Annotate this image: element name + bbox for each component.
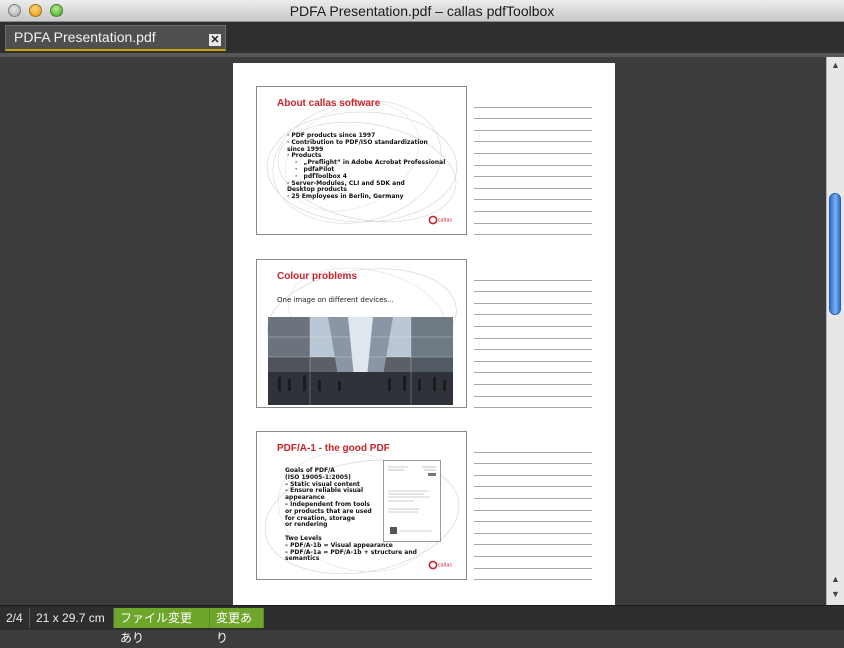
note-line	[474, 453, 592, 465]
tab-label: PDFA Presentation.pdf	[14, 29, 156, 45]
scroll-thumb[interactable]	[829, 193, 841, 315]
slide-bullets: · PDF products since 1997 · Contribution…	[287, 132, 445, 201]
iso-document-thumbnail	[383, 460, 441, 542]
note-line	[474, 96, 592, 108]
slide-thumbnail: About callas software · PDF products sin…	[256, 86, 467, 235]
document-view[interactable]: About callas software · PDF products sin…	[0, 57, 826, 605]
note-line	[474, 464, 592, 476]
scroll-up-icon[interactable]: ▲	[830, 573, 841, 585]
note-line	[474, 166, 592, 178]
note-line	[474, 522, 592, 534]
slide-title: Colour problems	[277, 271, 358, 282]
slide-subtitle: One image on different devices...	[277, 296, 394, 304]
note-line	[474, 327, 592, 339]
status-bar: 2/4 21 x 29.7 cm ファイル変更あり 変更あり	[0, 605, 844, 645]
title-bar: PDFA Presentation.pdf – callas pdfToolbo…	[0, 0, 844, 22]
tab-document[interactable]: PDFA Presentation.pdf ✕	[5, 25, 226, 51]
scroll-up-icon[interactable]: ▲	[830, 59, 841, 71]
architecture-photo	[268, 317, 453, 405]
callas-logo: callas	[428, 560, 452, 570]
slide-thumbnail: PDF/A-1 - the good PDF Goals of PDF/A (I…	[256, 431, 467, 580]
note-line	[474, 154, 592, 166]
logo-icon	[428, 215, 438, 225]
note-line	[474, 385, 592, 397]
vertical-scrollbar[interactable]: ▲ ▲ ▼	[826, 57, 844, 605]
tab-bar: PDFA Presentation.pdf ✕	[0, 22, 844, 53]
note-line	[474, 373, 592, 385]
note-line	[474, 362, 592, 374]
note-line	[474, 315, 592, 327]
notes-lines	[474, 441, 592, 581]
logo-icon	[428, 560, 438, 570]
slide-title: PDF/A-1 - the good PDF	[277, 443, 390, 454]
bullet: · 25 Employees in Berlin, Germany	[287, 193, 404, 201]
file-changed-badge: ファイル変更あり	[114, 608, 210, 645]
document-page-icon	[388, 466, 436, 534]
note-line	[474, 397, 592, 409]
note-line	[474, 441, 592, 453]
note-line	[474, 545, 592, 557]
note-line	[474, 119, 592, 131]
note-line	[474, 350, 592, 362]
note-line	[474, 292, 592, 304]
note-line	[474, 534, 592, 546]
slide-thumbnail: Colour problems One image on different d…	[256, 259, 467, 408]
note-line	[474, 304, 592, 316]
scroll-down-icon[interactable]: ▼	[830, 588, 841, 600]
note-line	[474, 499, 592, 511]
pdf-page: About callas software · PDF products sin…	[233, 63, 615, 605]
note-line	[474, 476, 592, 488]
note-line	[474, 131, 592, 143]
note-line	[474, 487, 592, 499]
note-line	[474, 212, 592, 224]
page-size: 21 x 29.7 cm	[30, 608, 114, 628]
note-line	[474, 142, 592, 154]
note-line	[474, 177, 592, 189]
bullet: semantics	[285, 555, 320, 563]
note-line	[474, 200, 592, 212]
notes-lines	[474, 269, 592, 409]
note-line	[474, 557, 592, 569]
note-line	[474, 224, 592, 236]
notes-lines	[474, 96, 592, 236]
callas-logo: callas	[428, 215, 452, 225]
note-line	[474, 269, 592, 281]
note-line	[474, 281, 592, 293]
changed-badge: 変更あり	[210, 608, 264, 645]
note-line	[474, 339, 592, 351]
note-line	[474, 511, 592, 523]
note-line	[474, 189, 592, 201]
window-title: PDFA Presentation.pdf – callas pdfToolbo…	[289, 3, 555, 19]
slide-title: About callas software	[277, 98, 381, 109]
close-tab-icon[interactable]: ✕	[209, 34, 221, 46]
note-line	[474, 569, 592, 581]
note-line	[474, 108, 592, 120]
page-indicator: 2/4	[0, 608, 30, 628]
